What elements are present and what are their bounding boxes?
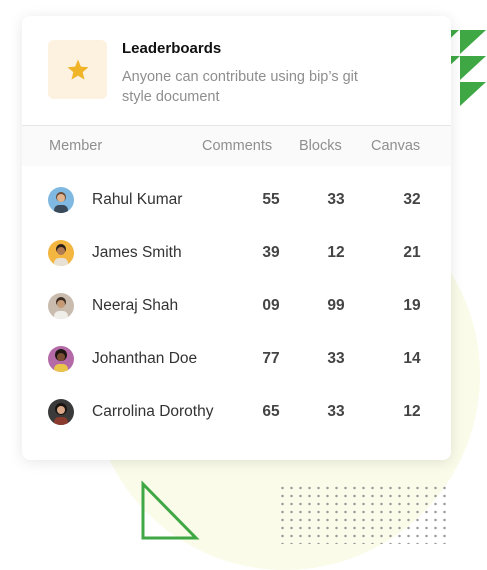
- blocks-count: 33: [327, 191, 345, 208]
- star-badge: [48, 40, 107, 99]
- comments-count: 77: [262, 350, 280, 367]
- comments-count: 09: [262, 297, 280, 314]
- comments-count: 55: [262, 191, 280, 208]
- avatar: [48, 187, 74, 213]
- blocks-count: 99: [327, 297, 345, 314]
- canvas-count: 19: [403, 297, 421, 314]
- table-row: Rahul Kumar 55 33 32: [22, 174, 451, 227]
- column-header-blocks: Blocks: [299, 138, 342, 154]
- table-row: Neeraj Shah 09 99 19: [22, 280, 451, 333]
- avatar: [48, 240, 74, 266]
- triangle-outline-decoration: [141, 480, 200, 540]
- table-row: Johanthan Doe 77 33 14: [22, 333, 451, 386]
- leaderboard-card: Leaderboards Anyone can contribute using…: [22, 16, 451, 460]
- comments-count: 65: [262, 403, 280, 420]
- comments-count: 39: [262, 244, 280, 261]
- blocks-count: 12: [327, 244, 345, 261]
- avatar: [48, 293, 74, 319]
- page-subtitle: Anyone can contribute using bip’s git st…: [122, 69, 358, 105]
- dot-grid-decoration: [278, 484, 448, 544]
- page-title: Leaderboards: [122, 40, 222, 57]
- member-name: James Smith: [92, 244, 182, 261]
- canvas-count: 32: [403, 191, 421, 208]
- member-name: Johanthan Doe: [92, 350, 198, 367]
- blocks-count: 33: [327, 403, 345, 420]
- column-header-comments: Comments: [202, 138, 273, 154]
- canvas-count: 21: [403, 244, 421, 261]
- canvas-count: 12: [403, 403, 421, 420]
- table-header: Member Comments Blocks Canvas: [22, 126, 451, 166]
- table-row: James Smith 39 12 21: [22, 227, 451, 280]
- column-header-member: Member: [49, 138, 103, 154]
- member-name: Rahul Kumar: [92, 191, 183, 208]
- avatar: [48, 399, 74, 425]
- table-row: Carrolina Dorothy 65 33 12: [22, 386, 451, 439]
- column-header-canvas: Canvas: [371, 138, 421, 154]
- avatar: [48, 346, 74, 372]
- card-header: Leaderboards Anyone can contribute using…: [22, 16, 451, 126]
- blocks-count: 33: [327, 350, 345, 367]
- star-icon: [67, 59, 88, 80]
- canvas-count: 14: [403, 350, 421, 367]
- member-name: Neeraj Shah: [92, 297, 179, 314]
- member-name: Carrolina Dorothy: [92, 403, 214, 420]
